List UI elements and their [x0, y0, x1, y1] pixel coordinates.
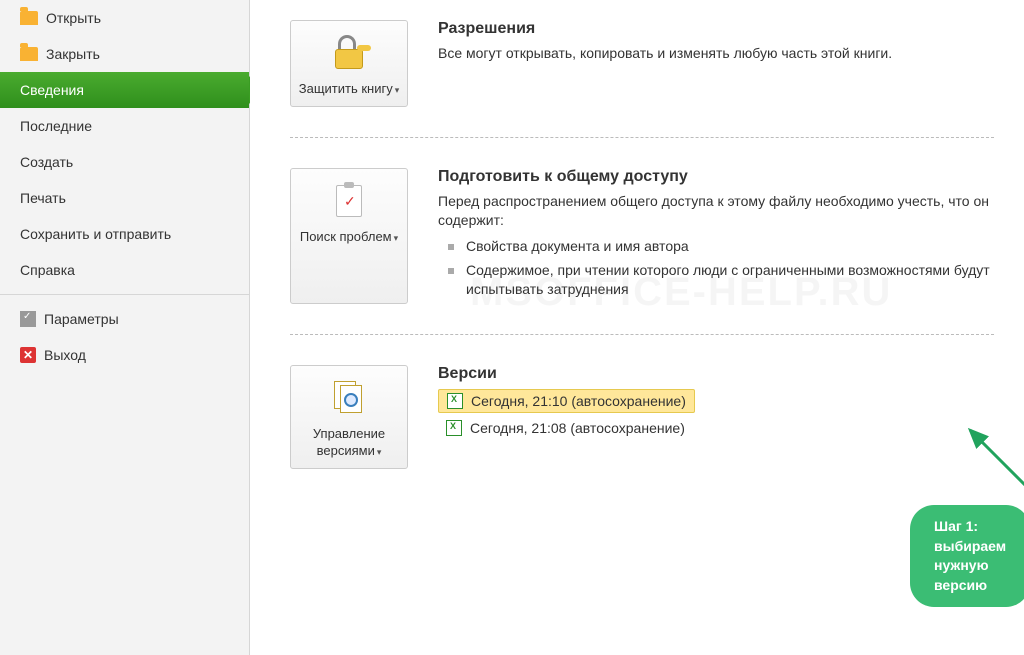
sidebar-item-info[interactable]: Сведения: [0, 72, 249, 108]
sidebar-item-label: Печать: [20, 190, 66, 206]
lock-icon: [297, 31, 401, 75]
prepare-title: Подготовить к общему доступу: [438, 168, 994, 186]
sidebar-item-label: Сохранить и отправить: [20, 226, 171, 242]
backstage-sidebar: Открыть Закрыть Сведения Последние Созда…: [0, 0, 250, 655]
step-callout: Шаг 1: выбираем нужную версию: [910, 505, 1024, 607]
sidebar-item-label: Последние: [20, 118, 92, 134]
sidebar-item-close[interactable]: Закрыть: [0, 36, 249, 72]
sidebar-item-label: Открыть: [46, 10, 101, 26]
excel-file-icon: [447, 393, 463, 409]
permissions-section: Защитить книгу▾ Разрешения Все могут отк…: [290, 20, 994, 107]
callout-line2: выбираем нужную версию: [934, 537, 1006, 596]
button-label: Поиск проблем: [300, 229, 392, 244]
check-issues-button[interactable]: Поиск проблем▾: [290, 168, 408, 304]
version-item-label: Сегодня, 21:08 (автосохранение): [470, 420, 685, 436]
button-label: Управление версиями: [313, 426, 385, 458]
folder-closed-icon: [20, 47, 38, 61]
sidebar-item-save-send[interactable]: Сохранить и отправить: [0, 216, 249, 252]
callout-line1: Шаг 1:: [934, 517, 1006, 537]
sidebar-item-label: Выход: [44, 347, 86, 363]
button-label: Защитить книгу: [299, 81, 393, 96]
prepare-bullets: Свойства документа и имя автора Содержим…: [438, 237, 994, 300]
manage-versions-button[interactable]: Управление версиями▾: [290, 365, 408, 469]
sidebar-item-exit[interactable]: ✕ Выход: [0, 337, 249, 373]
sidebar-item-label: Сведения: [20, 82, 84, 98]
versions-title: Версии: [438, 365, 994, 383]
sidebar-item-print[interactable]: Печать: [0, 180, 249, 216]
version-item[interactable]: Сегодня, 21:10 (автосохранение): [438, 389, 695, 413]
sidebar-item-label: Параметры: [44, 311, 119, 327]
prepare-desc: Перед распространением общего доступа к …: [438, 192, 994, 231]
sidebar-item-recent[interactable]: Последние: [0, 108, 249, 144]
sidebar-item-label: Закрыть: [46, 46, 100, 62]
version-item[interactable]: Сегодня, 21:08 (автосохранение): [438, 417, 693, 439]
sidebar-item-options[interactable]: Параметры: [0, 301, 249, 337]
options-icon: [20, 311, 36, 327]
chevron-down-icon: ▾: [395, 85, 400, 95]
sidebar-divider: [0, 294, 249, 295]
excel-file-icon: [446, 420, 462, 436]
protect-workbook-button[interactable]: Защитить книгу▾: [290, 20, 408, 107]
section-divider: [290, 334, 994, 335]
prepare-bullet: Свойства документа и имя автора: [438, 237, 994, 257]
sidebar-item-open[interactable]: Открыть: [0, 0, 249, 36]
versions-icon: [297, 376, 401, 420]
section-divider: [290, 137, 994, 138]
permissions-title: Разрешения: [438, 20, 994, 38]
sidebar-item-help[interactable]: Справка: [0, 252, 249, 288]
chevron-down-icon: ▾: [377, 447, 382, 457]
sidebar-item-label: Справка: [20, 262, 75, 278]
sidebar-item-new[interactable]: Создать: [0, 144, 249, 180]
clipboard-check-icon: [297, 179, 401, 223]
prepare-bullet: Содержимое, при чтении которого люди с о…: [438, 261, 994, 300]
exit-icon: ✕: [20, 347, 36, 363]
version-item-label: Сегодня, 21:10 (автосохранение): [471, 393, 686, 409]
folder-open-icon: [20, 11, 38, 25]
backstage-main: MSOFFICE-HELP.RU Защитить книгу▾ Разреше…: [250, 0, 1024, 655]
versions-section: Управление версиями▾ Версии Сегодня, 21:…: [290, 365, 994, 469]
prepare-section: Поиск проблем▾ Подготовить к общему дост…: [290, 168, 994, 304]
chevron-down-icon: ▾: [394, 233, 399, 243]
permissions-desc: Все могут открывать, копировать и изменя…: [438, 44, 994, 64]
sidebar-item-label: Создать: [20, 154, 73, 170]
